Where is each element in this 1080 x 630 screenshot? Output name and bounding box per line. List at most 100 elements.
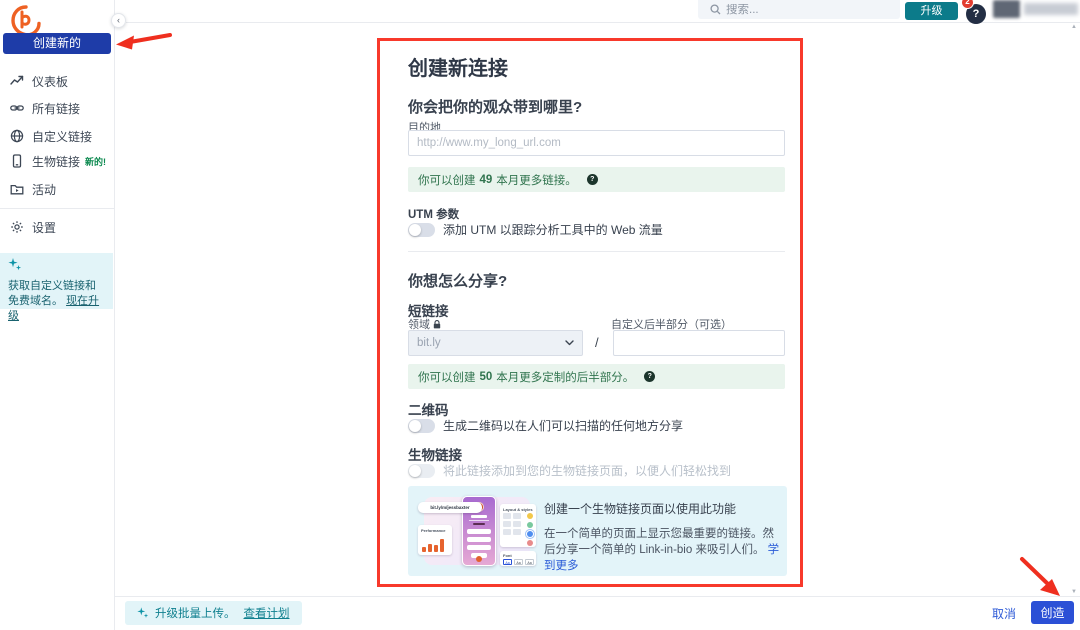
annotation-arrow-create-new [114,29,174,53]
sidebar-item-dashboard[interactable]: 仪表板 [0,70,115,92]
header-divider [126,22,1080,23]
section-divider [408,251,785,252]
sidebar-item-all-links[interactable]: 所有链接 [0,97,115,119]
scrollbar-up-arrow[interactable]: ▲ [1071,24,1078,30]
link-button [467,529,491,534]
qr-toggle-row: 生成二维码以在人们可以扫描的任何地方分享 [408,417,683,434]
sidebar-item-bio-link[interactable]: 生物链接 新的! [0,150,115,172]
color-options [527,513,533,546]
lock-icon [433,320,441,329]
toggle-knob [409,465,421,477]
sidebar-item-label: 生物链接 [32,153,80,170]
folder-icon [10,182,24,196]
utm-toggle-row: 添加 UTM 以跟踪分析工具中的 Web 流量 [408,221,663,238]
sparkle-icon [137,607,149,619]
sidebar-item-label: 设置 [32,219,56,236]
sidebar-item-custom-links[interactable]: 自定义链接 [0,125,115,147]
page-title: 创建新连接 [408,52,508,81]
quota-value: 49 [480,174,493,186]
qr-toggle[interactable] [408,419,435,433]
qr-toggle-label: 生成二维码以在人们可以扫描的任何地方分享 [443,417,683,434]
quota-text: 你可以创建 [418,369,476,385]
font-card: Font AaAaAa [500,551,536,566]
annotation-arrow-create-button [1014,554,1068,602]
create-submit-button[interactable]: 创造 [1031,601,1074,624]
search-box [698,0,900,19]
sidebar: 创建新的 仪表板 所有链接 自定义链接 生物链接 新的! [0,0,115,630]
help-icon[interactable]: ? [644,371,655,382]
font-options: AaAaAa [503,559,534,565]
social-icons-row [473,523,485,525]
brand-dot [476,556,482,562]
phone-icon [10,154,24,168]
bio-toggle-row: 将此链接添加到您的生物链接页面，以便人们轻松找到 [408,462,731,479]
backhalf-quota-banner: 你可以创建 50 本月更多定制的后半部分。 ? [408,364,785,389]
sidebar-divider [0,208,115,209]
new-badge: 新的! [85,155,106,168]
link-icon [10,101,24,115]
view-plans-link[interactable]: 查看计划 [244,605,290,621]
bio-info-box: bit.ly/m/jessbaxter Performance Layout &… [408,486,787,576]
share-section-heading: 你想怎么分享? [408,270,507,291]
line-chart-icon [10,74,24,88]
quota-value: 50 [480,371,493,383]
create-new-button[interactable]: 创建新的 [3,33,111,54]
sidebar-upgrade-promo: 获取自定义链接和免费域名。 现在升级 [0,253,113,309]
card-title: Font [503,553,536,558]
card-title: Layout & styles [503,507,536,512]
destination-section-heading: 你会把你的观众带到哪里? [408,96,582,117]
sidebar-item-label: 所有链接 [32,100,80,117]
bar-chart-icon [422,536,448,552]
utm-label: UTM 参数 [408,206,459,222]
utm-toggle[interactable] [408,223,435,237]
search-input[interactable] [726,4,886,16]
bio-info-body: 在一个简单的页面上显示您最重要的链接。然后分享一个简单的 Link-in-bio… [544,528,774,556]
bitly-create-link-page: 创建新的 仪表板 所有链接 自定义链接 生物链接 新的! [0,0,1080,630]
sidebar-item-settings[interactable]: 设置 [0,216,115,238]
quota-text: 你可以创建 [418,172,476,188]
bio-toggle [408,464,435,478]
layout-grid [503,513,521,535]
quota-text: 本月更多链接。 [496,172,577,188]
destination-input[interactable] [408,130,785,156]
domain-select[interactable]: bit.ly [408,330,583,356]
upgrade-button[interactable]: 升级 [905,2,958,20]
bio-toggle-label: 将此链接添加到您的生物链接页面，以便人们轻松找到 [443,462,731,479]
footer-divider [115,596,1080,597]
help-icon[interactable]: ? [587,174,598,185]
bio-info-title: 创建一个生物链接页面以使用此功能 [544,500,782,517]
card-title: Performance [421,528,452,533]
cancel-button[interactable]: 取消 [992,605,1016,622]
sidebar-item-label: 仪表板 [32,73,68,90]
toggle-knob [409,224,421,236]
utm-toggle-label: 添加 UTM 以跟踪分析工具中的 Web 流量 [443,221,663,238]
layout-styles-card: Layout & styles [500,504,536,547]
sidebar-item-campaigns[interactable]: 活动 [0,178,115,200]
toggle-knob [409,420,421,432]
chevron-down-icon [565,340,574,346]
avatar[interactable] [993,0,1020,18]
search-icon [710,4,721,15]
link-in-bio-illustration: bit.ly/m/jessbaxter Performance Layout &… [418,495,536,567]
quota-text: 本月更多定制的后半部分。 [496,369,634,385]
sidebar-item-label: 自定义链接 [32,128,92,145]
domain-selected-value: bit.ly [417,337,441,349]
bio-url-pill: bit.ly/m/jessbaxter [418,502,482,513]
link-button [467,545,491,550]
scrollbar-down-arrow[interactable]: ▼ [1071,589,1078,595]
bulk-upload-promo: 升级批量上传。 查看计划 [125,601,302,625]
qr-heading: 二维码 [408,399,449,419]
bulk-upload-text: 升级批量上传。 [155,605,236,621]
custom-backhalf-input[interactable] [613,330,785,356]
sparkle-icon [8,258,22,271]
gear-icon [10,220,24,234]
link-button [467,537,491,542]
bio-info-text: 创建一个生物链接页面以使用此功能 在一个简单的页面上显示您最重要的链接。然后分享… [544,500,782,574]
bio-link-heading: 生物链接 [408,444,462,464]
account-name-redacted[interactable] [1024,3,1078,15]
profile-name-line [471,515,487,518]
url-separator: / [595,335,599,350]
sidebar-item-label: 活动 [32,181,56,198]
sidebar-collapse-button[interactable]: ‹ [111,13,126,28]
performance-card: Performance [418,525,452,555]
